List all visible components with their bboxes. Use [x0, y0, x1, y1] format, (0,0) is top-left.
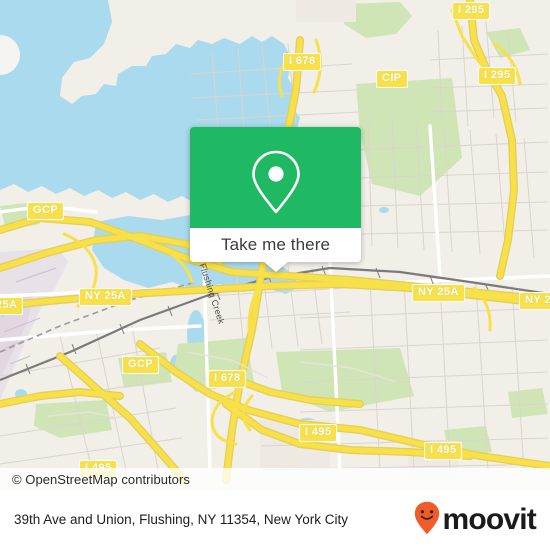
shield-i-295-north: I 295	[452, 2, 491, 20]
shield-cip-top: CIP	[376, 70, 408, 88]
osm-attribution-text[interactable]: © OpenStreetMap contributors	[0, 472, 190, 487]
callout-pointer-tail	[262, 261, 289, 272]
shield-i-678-top: I 678	[283, 53, 322, 71]
moovit-map-screenshot: I 295 I 678 CIP I 295 GCP 25A NY 25A NY 25A NY 2…	[0, 0, 550, 550]
shield-i-295-right: I 295	[478, 67, 517, 85]
shield-gcp-bottom: GCP	[122, 356, 160, 374]
shield-i-495-center: I 495	[299, 424, 338, 442]
shield-ny-2-clipped: NY 2	[519, 292, 550, 310]
shield-ny-25a-right: NY 25A	[412, 284, 465, 302]
shield-i-495-right: I 495	[424, 442, 463, 460]
shield-gcp-left: GCP	[27, 202, 65, 220]
location-callout-card[interactable]: Take me there	[190, 127, 361, 272]
callout-header	[190, 127, 361, 228]
map-pin-icon	[190, 149, 361, 215]
map-attribution-bar: © OpenStreetMap contributors	[0, 468, 550, 490]
moovit-smiley-pin-icon	[414, 501, 440, 540]
moovit-wordmark: moovit	[442, 503, 536, 536]
shield-ny-25a-west-clipped: 25A	[0, 297, 24, 315]
footer-bar: 39th Ave and Union, Flushing, NY 11354, …	[0, 490, 550, 550]
shield-i-678-bottom: I 678	[208, 370, 247, 388]
callout-action-bar[interactable]: Take me there	[190, 228, 361, 262]
pond-small-4	[379, 207, 389, 213]
moovit-logo[interactable]: moovit	[414, 501, 537, 540]
take-me-there-label: Take me there	[220, 235, 331, 254]
map-canvas[interactable]: I 295 I 678 CIP I 295 GCP 25A NY 25A NY 25A NY 2…	[0, 0, 550, 490]
address-text: 39th Ave and Union, Flushing, NY 11354, …	[14, 512, 348, 528]
shield-ny-25a-left: NY 25A	[79, 288, 132, 306]
